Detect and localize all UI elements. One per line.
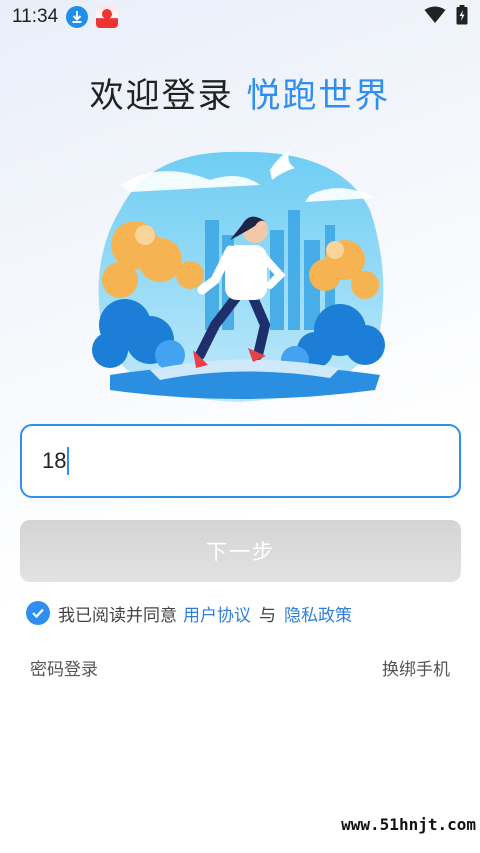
download-icon: [66, 6, 89, 28]
bottom-links: 密码登录 换绑手机: [30, 655, 450, 680]
privacy-policy-link[interactable]: 隐私政策: [284, 601, 352, 626]
wifi-icon: [424, 6, 446, 28]
password-login-link[interactable]: 密码登录: [30, 655, 98, 680]
page-title: 欢迎登录 悦跑世界: [0, 68, 480, 117]
runner-illustration: [92, 150, 385, 402]
battery-charging-icon: [456, 5, 468, 29]
agreement-row: 我已阅读并同意 用户协议 与 隐私政策: [26, 600, 358, 626]
user-agreement-link[interactable]: 用户协议: [183, 601, 251, 626]
app-notification-icon: [96, 6, 119, 28]
text-caret: [67, 447, 70, 475]
phone-input-value[interactable]: 18: [42, 448, 66, 474]
title-brand: 悦跑世界: [246, 76, 391, 116]
checkmark-icon: [32, 608, 44, 619]
phone-input[interactable]: 18: [20, 424, 461, 498]
agreement-and: 与: [259, 605, 276, 626]
agreement-text: 我已阅读并同意: [58, 605, 177, 626]
next-step-button[interactable]: 下一步: [20, 520, 461, 582]
agreement-checkbox[interactable]: [26, 601, 50, 625]
status-time: 11:34: [12, 6, 59, 27]
site-watermark: www.51hnjt.com: [341, 815, 476, 834]
title-prefix: 欢迎登录: [89, 76, 234, 116]
status-bar: 11:34: [0, 0, 480, 34]
change-phone-link[interactable]: 换绑手机: [382, 655, 450, 680]
